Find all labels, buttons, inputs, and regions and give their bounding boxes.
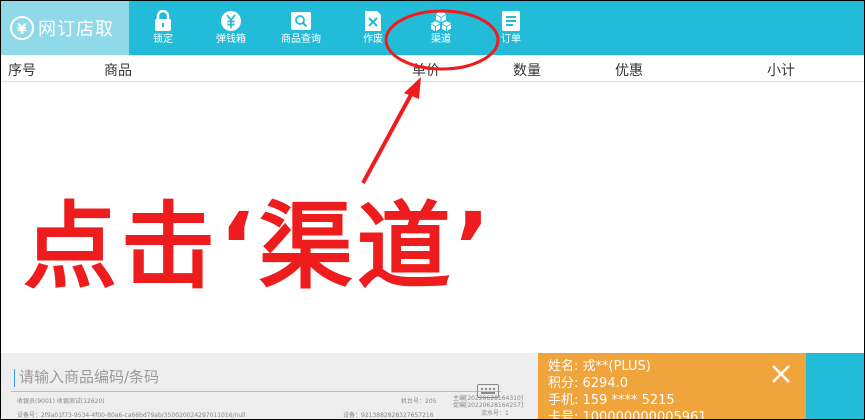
pointer-arrow-shaft bbox=[361, 90, 415, 184]
close-icon[interactable] bbox=[768, 361, 794, 387]
member-phone: 手机: 159 **** 5215 bbox=[548, 393, 675, 408]
flow-number: 流水号：1 bbox=[481, 410, 509, 417]
pos-window: ¥ 网订店取 锁定 弹钱箱 商品查询 作废 渠道 订单 序号 商品 单价 数量 … bbox=[0, 0, 865, 420]
cashier-info: 收银员(9001) 收银测试(12620) bbox=[17, 398, 105, 405]
member-name: 姓名: 戎**(PLUS) bbox=[548, 359, 651, 374]
device-info: 设备号：2f9a01f73-9534-4f00-80a6-ca66bd79ab/… bbox=[17, 412, 246, 419]
member-card: 卡号: 100000000005961 bbox=[548, 410, 707, 420]
member-info-panel: 姓名: 戎**(PLUS) 积分: 6294.0 手机: 159 **** 52… bbox=[538, 353, 806, 419]
barcode-input[interactable] bbox=[19, 366, 459, 388]
barcode-input-wrapper bbox=[11, 365, 501, 398]
machine-number: 机台号：205 bbox=[401, 398, 437, 405]
text-caret bbox=[14, 369, 15, 387]
highlight-circle bbox=[384, 9, 500, 71]
member-points: 积分: 6294.0 bbox=[548, 376, 628, 391]
pointer-arrow-head bbox=[404, 77, 421, 99]
terminal-info: 设备：9213882828327657216 bbox=[343, 412, 434, 419]
side-action-bar[interactable] bbox=[806, 353, 864, 419]
